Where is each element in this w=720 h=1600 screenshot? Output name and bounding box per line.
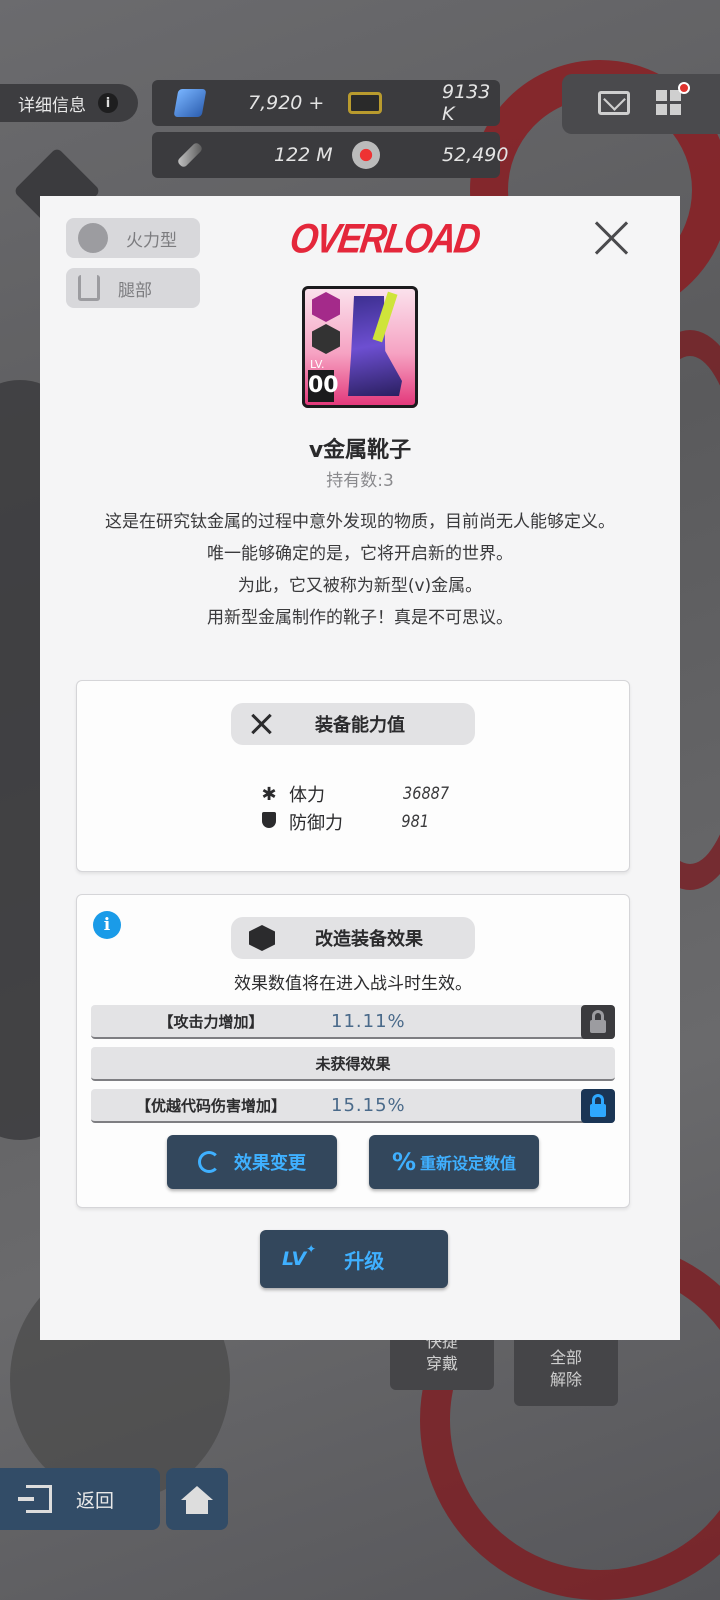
upgrade-lv-label: LV: [282, 1248, 307, 1270]
stat-row-hp: ✱ 体力 36887: [259, 781, 453, 807]
description-line: 唯一能够确定的是，它将开启新的世界。: [207, 544, 513, 564]
shield-icon: [259, 811, 279, 833]
core-value: 122 M: [274, 144, 333, 166]
unequip-all-label: 全部 解除: [549, 1348, 582, 1389]
effect-row-empty: 未获得效果: [91, 1047, 615, 1081]
mods-note: 效果数值将在进入战斗时生效。: [234, 974, 472, 994]
type-tag: 火力型: [66, 218, 200, 258]
slot-tag: 腿部: [66, 268, 200, 308]
gem-value: 7,920 +: [248, 92, 325, 114]
stat-row-defense: 防御力 981: [259, 809, 431, 835]
home-button[interactable]: [166, 1468, 228, 1530]
crystal-value: 52,490: [442, 144, 509, 166]
reset-values-button[interactable]: % 重新设定数值: [369, 1135, 539, 1189]
owned-count-line: 持有数:3: [40, 466, 680, 491]
stat-value: 981: [401, 812, 430, 832]
owned-count: 3: [382, 471, 394, 491]
description-line: 这是在研究钛金属的过程中意外发现的物质，目前尚无人能够定义。: [105, 512, 615, 532]
crystal-resource: [352, 132, 380, 178]
core-resource: [176, 132, 204, 178]
asterisk-icon: ✱: [261, 783, 277, 805]
unlocked-lock-icon[interactable]: [581, 1005, 615, 1039]
effect-name: 【优越代码伤害增加】: [135, 1096, 286, 1115]
description-line: 用新型金属制作的靴子！真是不可思议。: [207, 608, 513, 628]
effect-value: 15.15%: [331, 1094, 406, 1116]
stat-label: 体力: [289, 785, 325, 806]
slot-tag-label: 腿部: [118, 280, 152, 301]
top-right-menu: [562, 74, 720, 134]
effect-row: 【攻击力增加】 11.11%: [91, 1005, 615, 1039]
cube-icon: [249, 925, 275, 951]
stats-panel-title: 装备能力值: [315, 715, 405, 736]
class-hex-icon: [312, 324, 340, 354]
overload-logo: OVERLOAD: [287, 214, 482, 262]
percent-icon: %: [391, 1148, 417, 1176]
locked-lock-icon[interactable]: [581, 1089, 615, 1123]
refresh-icon: [198, 1151, 220, 1173]
owned-label: 持有数:: [326, 471, 383, 491]
close-icon[interactable]: [590, 216, 632, 258]
credit-value: 9133 K: [442, 81, 491, 125]
reset-values-label: 重新设定数值: [420, 1154, 517, 1173]
effect-row: 【优越代码伤害增加】 15.15%: [91, 1089, 615, 1123]
return-label: 返回: [76, 1489, 115, 1512]
item-description: 这是在研究钛金属的过程中意外发现的物质，目前尚无人能够定义。 唯一能够确定的是，…: [72, 506, 648, 634]
resource-bar-top: 7,920 + 9133 K: [152, 80, 500, 126]
core-dust-icon: [176, 141, 204, 169]
manufacturer-hex-icon: [312, 292, 340, 322]
gem-icon: [173, 89, 207, 117]
gem-resource[interactable]: [173, 80, 207, 126]
modification-effects-panel: i 改造装备效果 效果数值将在进入战斗时生效。 【攻击力增加】 11.11% 未…: [76, 894, 630, 1208]
upgrade-label: 升级: [344, 1248, 385, 1273]
credit-icon: [348, 92, 382, 114]
firepower-class-icon: [78, 223, 108, 253]
home-icon: [181, 1486, 213, 1514]
effect-value: 11.11%: [331, 1010, 406, 1032]
equipment-stats-panel: 装备能力值 ✱ 体力 36887 防御力 981: [76, 680, 630, 872]
change-effect-button[interactable]: 效果变更: [167, 1135, 337, 1189]
item-card: LV. 00: [302, 286, 418, 408]
description-line: 为此，它又被称为新型(v)金属。: [237, 576, 483, 596]
stat-label: 防御力: [289, 813, 343, 834]
detail-info-label: 详细信息: [18, 95, 86, 116]
mods-panel-title: 改造装备效果: [315, 929, 423, 950]
upgrade-button[interactable]: LV ✦ 升级: [260, 1230, 448, 1288]
info-icon: i: [98, 93, 118, 113]
crystal-icon: [352, 141, 380, 169]
notification-dot: [678, 82, 690, 94]
boots-image: [348, 296, 402, 396]
info-icon[interactable]: i: [93, 911, 121, 939]
exit-door-icon: [18, 1485, 52, 1513]
effect-name: 未获得效果: [315, 1054, 391, 1073]
credit-resource: [348, 80, 382, 126]
change-effect-label: 效果变更: [234, 1153, 306, 1174]
effect-name: 【攻击力增加】: [158, 1012, 264, 1031]
mods-panel-header: 改造装备效果: [231, 917, 475, 959]
item-name: v金属靴子: [308, 438, 412, 463]
type-tag-label: 火力型: [126, 230, 177, 251]
menu-grid-icon[interactable]: [656, 90, 682, 116]
mail-icon[interactable]: [598, 91, 630, 115]
unequip-all-button[interactable]: 全部 解除: [514, 1332, 618, 1406]
level-value: 00: [308, 370, 339, 402]
return-button[interactable]: 返回: [0, 1468, 160, 1530]
leg-slot-icon: [78, 275, 100, 301]
crossed-swords-icon: [249, 711, 275, 737]
equipment-detail-modal: 火力型 腿部 OVERLOAD LV. 00 v金属靴子 持有数:3 这是在研究…: [40, 196, 680, 1340]
stat-value: 36887: [403, 784, 450, 804]
level-up-icon: LV ✦: [282, 1242, 317, 1270]
detail-info-button[interactable]: 详细信息 i: [0, 84, 138, 122]
resource-bar-bottom: 122 M 52,490: [152, 132, 508, 178]
stats-panel-header: 装备能力值: [231, 703, 475, 745]
